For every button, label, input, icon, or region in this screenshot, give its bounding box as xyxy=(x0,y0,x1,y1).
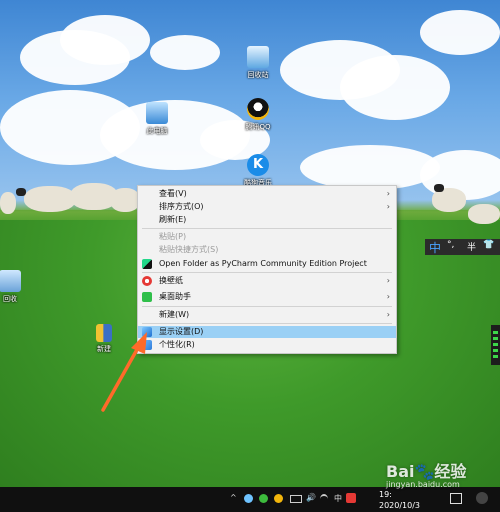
watermark-url: jingyan.baidu.com xyxy=(386,480,460,489)
qq-penguin-icon xyxy=(247,98,269,120)
menu-separator xyxy=(142,306,392,307)
sheep-head xyxy=(434,184,444,192)
desktop-context-menu: 查看(V) › 排序方式(O) › 刷新(E) 粘贴(P) 粘贴快捷方式(S) … xyxy=(137,185,397,354)
desktop-icon-label: 腾讯QQ xyxy=(245,123,271,131)
desktop-icon-recycle-bin[interactable]: 回收站 xyxy=(228,46,288,80)
submenu-arrow-icon: › xyxy=(386,292,390,301)
clock-date: 2020/10/3 xyxy=(379,501,421,510)
menu-item-label: 新建(W) xyxy=(159,310,190,319)
menu-item-paste-shortcut: 粘贴快捷方式(S) xyxy=(138,244,396,256)
input-language-indicator[interactable]: 中 xyxy=(334,493,342,504)
menu-item-sort-by[interactable]: 排序方式(O) › xyxy=(138,201,396,213)
submenu-arrow-icon: › xyxy=(386,310,390,319)
menu-separator xyxy=(142,228,392,229)
cloud xyxy=(60,15,150,65)
menu-item-label: 查看(V) xyxy=(159,189,187,198)
submenu-arrow-icon: › xyxy=(386,202,390,211)
menu-item-label: 换壁纸 xyxy=(159,276,183,285)
desktop-icon-label: 此电脑 xyxy=(146,127,168,135)
battery-icon[interactable] xyxy=(290,495,302,503)
ime-width[interactable]: 半 xyxy=(467,240,476,253)
clock-time: 19: xyxy=(379,490,392,499)
system-clock[interactable]: 19: 2020/10/3 xyxy=(379,489,420,511)
menu-item-personalize[interactable]: 个性化(R) xyxy=(138,339,396,351)
menu-item-label: 粘贴快捷方式(S) xyxy=(159,245,219,254)
wallpaper-icon xyxy=(142,276,152,286)
cloud xyxy=(150,35,220,70)
desktop-icon-this-pc[interactable]: 此电脑 xyxy=(127,102,187,136)
tray-app-icon[interactable] xyxy=(259,494,268,503)
menu-item-label: 排序方式(O) xyxy=(159,202,204,211)
volume-level-segment xyxy=(493,337,498,340)
sheep-head xyxy=(16,188,26,196)
ime-punct[interactable]: °, xyxy=(447,240,454,250)
cloud xyxy=(420,10,500,55)
desktop-icon-label: 回收 xyxy=(3,295,17,303)
desktop-icon-qq[interactable]: 腾讯QQ xyxy=(228,98,288,132)
volume-level-segment xyxy=(493,355,498,358)
show-hidden-icons-chevron[interactable]: ^ xyxy=(230,493,237,502)
ime-status-bar[interactable]: 中 °, 半 👕 xyxy=(425,239,500,255)
desktop-icon-kugou[interactable]: K 酷狗音乐 xyxy=(228,154,288,188)
paw-icon: 🐾 xyxy=(414,462,435,481)
submenu-arrow-icon: › xyxy=(386,276,390,285)
sheep xyxy=(468,204,500,224)
sheep xyxy=(110,188,140,212)
menu-separator xyxy=(142,272,392,273)
volume-level-segment xyxy=(493,349,498,352)
sogou-ime-icon[interactable] xyxy=(346,493,356,503)
volume-indicator xyxy=(491,325,500,365)
sheep xyxy=(0,192,16,214)
menu-separator xyxy=(142,323,392,324)
volume-level-segment xyxy=(493,331,498,334)
action-center-icon[interactable] xyxy=(450,493,462,504)
ime-lang[interactable]: 中 xyxy=(429,239,441,256)
taskbar: ^ 🔊 中 19: 2020/10/3 xyxy=(0,487,500,512)
volume-level-segment xyxy=(493,343,498,346)
menu-item-view[interactable]: 查看(V) › xyxy=(138,188,396,200)
watermark-suffix: 经验 xyxy=(434,462,467,481)
baidu-jingyan-watermark: Bai🐾经验 jingyan.baidu.com xyxy=(386,458,466,489)
menu-item-label: 粘贴(P) xyxy=(159,232,187,241)
computer-icon xyxy=(146,102,168,124)
volume-icon[interactable]: 🔊 xyxy=(306,493,316,502)
menu-item-open-pycharm[interactable]: Open Folder as PyCharm Community Edition… xyxy=(138,258,396,270)
menu-item-new[interactable]: 新建(W) › xyxy=(138,309,396,321)
menu-item-label: 桌面助手 xyxy=(159,292,191,301)
cloud xyxy=(300,145,440,190)
menu-item-paste: 粘贴(P) xyxy=(138,231,396,243)
watermark-brand: Bai xyxy=(386,462,415,481)
menu-item-label: 个性化(R) xyxy=(159,340,195,349)
desktop-icon-partial-left[interactable]: 回收 xyxy=(0,270,40,304)
submenu-arrow-icon: › xyxy=(386,189,390,198)
pycharm-icon xyxy=(142,259,152,269)
kugou-icon: K xyxy=(247,154,269,176)
recycle-bin-icon xyxy=(247,46,269,68)
ime-skin-icon[interactable]: 👕 xyxy=(483,240,494,250)
cloud xyxy=(340,55,450,120)
file-icon xyxy=(0,270,21,292)
tray-app-icon[interactable] xyxy=(244,494,253,503)
menu-item-label: 刷新(E) xyxy=(159,215,187,224)
menu-item-label: 显示设置(D) xyxy=(159,327,204,336)
network-icon[interactable] xyxy=(320,494,328,504)
menu-item-refresh[interactable]: 刷新(E) xyxy=(138,214,396,226)
annotation-arrow-icon xyxy=(101,332,147,412)
notification-count-icon[interactable] xyxy=(476,492,488,504)
menu-item-display-settings[interactable]: 显示设置(D) xyxy=(138,326,396,338)
menu-item-change-wallpaper[interactable]: 换壁纸 › xyxy=(138,275,396,287)
desktop-assistant-icon xyxy=(142,292,152,302)
desktop-icon-label: 回收站 xyxy=(247,71,269,79)
sheep xyxy=(24,186,76,212)
tray-app-icon[interactable] xyxy=(274,494,283,503)
menu-item-label: Open Folder as PyCharm Community Edition… xyxy=(159,259,367,268)
menu-item-desktop-assistant[interactable]: 桌面助手 › xyxy=(138,291,396,303)
